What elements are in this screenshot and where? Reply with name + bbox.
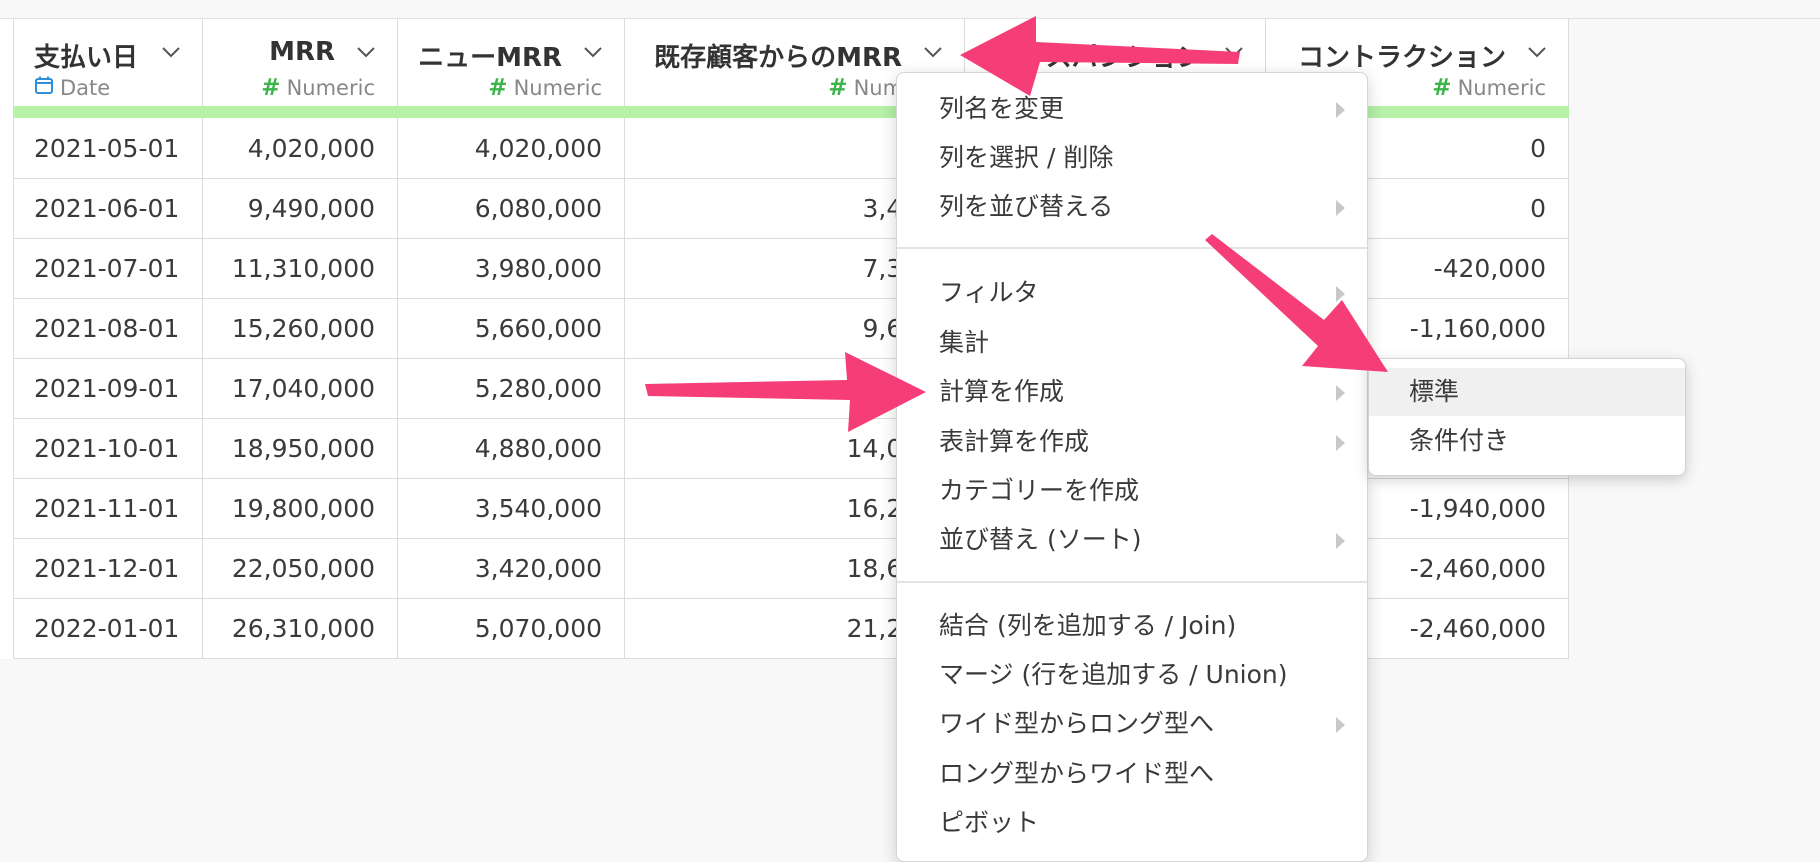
table-cell[interactable]: 17,040,000 xyxy=(203,359,398,419)
menu-item[interactable]: 表計算を作成 xyxy=(897,418,1367,466)
table-cell[interactable]: 2021-12-01 xyxy=(14,539,203,599)
menu-item-label: 列名を変更 xyxy=(939,94,1065,123)
calculation-submenu: 標準 条件付き xyxy=(1368,358,1686,476)
table-cell[interactable]: 2021-07-01 xyxy=(14,239,203,299)
hash-icon: # xyxy=(488,75,508,101)
submenu-arrow-icon xyxy=(1336,102,1345,118)
submenu-item[interactable]: 条件付き xyxy=(1369,417,1685,465)
column-type-label: Numeric xyxy=(286,76,375,100)
menu-item[interactable]: 計算を作成 xyxy=(897,368,1367,416)
row-header-edge xyxy=(0,19,14,659)
column-context-menu: 列名を変更列を選択 / 削除 列を並び替える フィルタ集計計算を作成表計算を作成カテ… xyxy=(896,72,1368,862)
menu-item[interactable]: マージ (行を追加する / Union) xyxy=(897,651,1367,699)
menu-item-label: ワイド型からロング型へ xyxy=(939,709,1215,738)
table-cell[interactable]: 5,070,000 xyxy=(398,599,625,659)
menu-item-label: 集計 xyxy=(939,328,990,357)
menu-item[interactable]: ワイド型からロング型へ xyxy=(897,700,1367,748)
menu-item[interactable]: カテゴリーを作成 xyxy=(897,467,1367,515)
column-type-label: Date xyxy=(60,75,111,100)
column-type: #Numeric xyxy=(1432,75,1546,101)
chevron-down-icon[interactable] xyxy=(355,41,377,63)
menu-item-label: 計算を作成 xyxy=(939,377,1065,406)
column-type-label: Numeric xyxy=(513,76,602,100)
table-cell[interactable]: 5,280,000 xyxy=(398,359,625,419)
menu-item-label: 結合 (列を追加する / Join) xyxy=(939,611,1237,640)
column-header[interactable]: 支払い日 Date xyxy=(14,19,203,119)
menu-item[interactable]: 結合 (列を追加する / Join) xyxy=(897,602,1367,650)
menu-item-label: ロング型からワイド型へ xyxy=(939,759,1215,788)
table-cell[interactable]: 2021-09-01 xyxy=(14,359,203,419)
column-type: Date xyxy=(34,75,110,100)
column-name: コントラクション xyxy=(1297,43,1506,73)
menu-item-label: 列を選択 / 削除 xyxy=(939,143,1114,172)
menu-item-label: 列を並び替える xyxy=(939,192,1114,221)
table-cell[interactable]: 15,260,000 xyxy=(203,299,398,359)
table-cell[interactable]: 26,310,000 xyxy=(203,599,398,659)
submenu-arrow-icon xyxy=(1336,717,1345,733)
table-cell[interactable]: 2021-06-01 xyxy=(14,179,203,239)
column-header[interactable]: MRR # Numeric xyxy=(203,19,398,119)
chevron-down-icon[interactable] xyxy=(1223,41,1245,63)
menu-item[interactable]: 列を選択 / 削除 xyxy=(897,134,1367,182)
hash-icon: # xyxy=(828,75,848,101)
table-cell[interactable]: 2022-01-01 xyxy=(14,599,203,659)
table-cell[interactable]: 11,310,000 xyxy=(203,239,398,299)
menu-item[interactable]: ロング型からワイド型へ xyxy=(897,750,1367,798)
menu-item-label: 並び替え (ソート) xyxy=(939,525,1142,554)
table-cell[interactable]: 2021-10-01 xyxy=(14,419,203,479)
table-cell[interactable]: 3,980,000 xyxy=(398,239,625,299)
menu-item-label: 表計算を作成 xyxy=(939,427,1090,456)
menu-item[interactable]: 列を並び替える xyxy=(897,183,1367,231)
column-name: ニューMRR xyxy=(418,43,562,73)
menu-item-label: ピボット xyxy=(939,808,1040,837)
table-cell[interactable]: 4,020,000 xyxy=(203,119,398,179)
column-type-label: Numeric xyxy=(1457,76,1546,100)
table-cell[interactable]: 19,800,000 xyxy=(203,479,398,539)
submenu-arrow-icon xyxy=(1336,533,1345,549)
table-cell[interactable]: 6,080,000 xyxy=(398,179,625,239)
column-name: エクスパンション xyxy=(994,43,1203,73)
column-name: 既存顧客からのMRR xyxy=(654,43,902,73)
table-cell[interactable]: 5,660,000 xyxy=(398,299,625,359)
menu-item-label: マージ (行を追加する / Union) xyxy=(939,660,1288,689)
table-cell[interactable]: 18,950,000 xyxy=(203,419,398,479)
calendar-icon xyxy=(34,75,54,100)
table-cell[interactable]: 4,880,000 xyxy=(398,419,625,479)
column-name: MRR xyxy=(269,37,335,67)
table-cell[interactable]: 2021-11-01 xyxy=(14,479,203,539)
table-cell[interactable]: 4,020,000 xyxy=(398,119,625,179)
menu-item[interactable]: ピボット xyxy=(897,799,1367,847)
table-cell[interactable]: 2021-05-01 xyxy=(14,119,203,179)
menu-item[interactable]: 集計 xyxy=(897,319,1367,367)
table-cell[interactable]: 22,050,000 xyxy=(203,539,398,599)
hash-icon: # xyxy=(1432,75,1452,101)
menu-separator xyxy=(897,247,1367,249)
menu-item-label: カテゴリーを作成 xyxy=(939,476,1140,505)
table-cell[interactable]: 3,420,000 xyxy=(398,539,625,599)
submenu-arrow-icon xyxy=(1336,435,1345,451)
submenu-arrow-icon xyxy=(1336,286,1345,302)
menu-separator xyxy=(897,581,1367,583)
submenu-arrow-icon xyxy=(1336,385,1345,401)
chevron-down-icon[interactable] xyxy=(160,41,182,63)
chevron-down-icon[interactable] xyxy=(922,41,944,63)
column-header[interactable]: ニューMRR # Numeric xyxy=(398,19,625,119)
menu-item[interactable]: 列名を変更 xyxy=(897,85,1367,133)
menu-item[interactable]: フィルタ xyxy=(897,269,1367,317)
menu-item-label: フィルタ xyxy=(939,278,1039,307)
column-type: #Numeric xyxy=(261,75,375,101)
table-cell[interactable]: 9,490,000 xyxy=(203,179,398,239)
hash-icon: # xyxy=(261,75,281,101)
chevron-down-icon[interactable] xyxy=(582,41,604,63)
chevron-down-icon[interactable] xyxy=(1526,41,1548,63)
submenu-arrow-icon xyxy=(1336,200,1345,216)
column-name: 支払い日 xyxy=(34,43,139,73)
submenu-item[interactable]: 標準 xyxy=(1369,368,1685,416)
table-cell[interactable]: 2021-08-01 xyxy=(14,299,203,359)
column-type: #Numeric xyxy=(488,75,602,101)
table-cell[interactable]: 3,540,000 xyxy=(398,479,625,539)
menu-item[interactable]: 並び替え (ソート) xyxy=(897,516,1367,564)
